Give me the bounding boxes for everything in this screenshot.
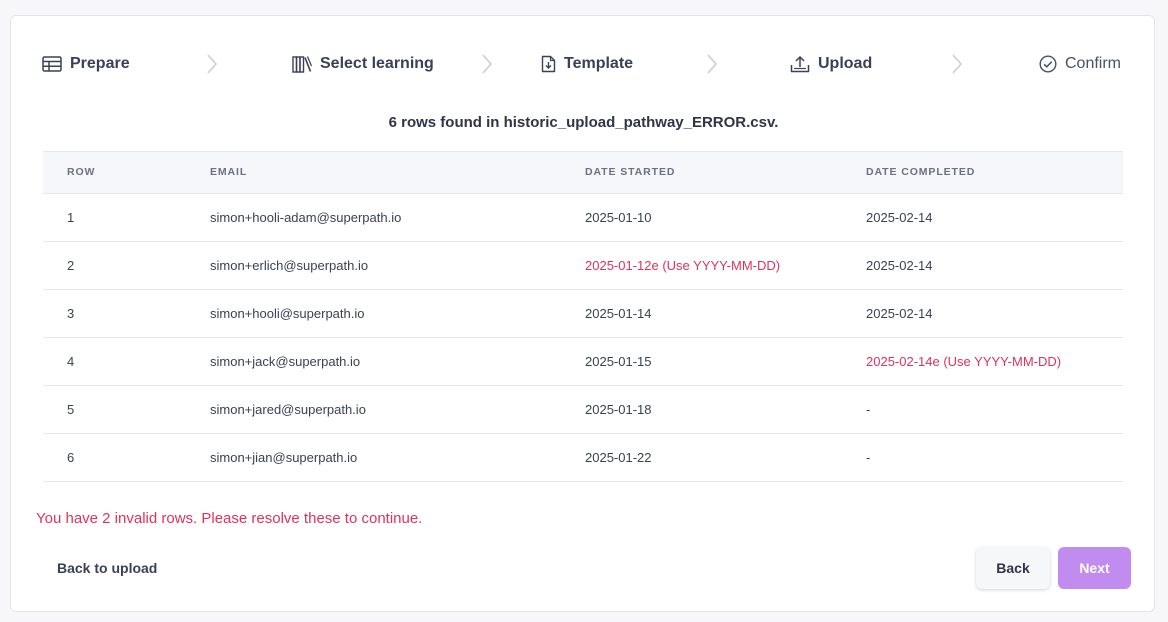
step-confirm-label: Confirm xyxy=(1065,55,1122,72)
cell-date-started: 2025-01-18 xyxy=(585,402,652,417)
step-template-label: Template xyxy=(564,55,634,72)
table-header: ROW EMAIL DATE STARTED DATE COMPLETED xyxy=(43,151,1123,194)
cell-date-completed: 2025-02-14 xyxy=(866,210,933,225)
cell-date-started-error: 2025-01-12e (Use YYYY-MM-DD) xyxy=(585,258,781,273)
cell-date-completed: 2025-02-14 xyxy=(866,306,933,321)
table-row: 2 simon+erlich@superpath.io 2025-01-12e … xyxy=(43,242,1123,290)
chevron-right-icon xyxy=(207,54,218,74)
step-template: Template xyxy=(541,46,633,82)
cell-date-started: 2025-01-15 xyxy=(585,354,652,369)
header-email: EMAIL xyxy=(210,166,248,178)
step-select-learning: Select learning xyxy=(292,46,434,82)
upload-review-card: Prepare Select learning Template Upload … xyxy=(10,15,1155,612)
cell-email: simon+erlich@superpath.io xyxy=(210,258,369,273)
cell-email: simon+jack@superpath.io xyxy=(210,354,361,369)
step-confirm: Confirm xyxy=(1039,46,1121,82)
cell-date-completed: - xyxy=(866,450,871,465)
cell-email: simon+hooli@superpath.io xyxy=(210,306,365,321)
table-row: 6 simon+jian@superpath.io 2025-01-22 - xyxy=(43,434,1123,482)
next-button[interactable]: Next xyxy=(1058,547,1131,589)
chevron-right-icon xyxy=(952,54,963,74)
cell-row: 1 xyxy=(67,210,75,225)
cell-email: simon+jared@superpath.io xyxy=(210,402,366,417)
books-icon xyxy=(292,56,312,73)
cell-date-completed-error: 2025-02-14e (Use YYYY-MM-DD) xyxy=(866,354,1062,369)
cell-email: simon+hooli-adam@superpath.io xyxy=(210,210,402,225)
back-to-upload-link[interactable]: Back to upload xyxy=(57,560,157,576)
table-row: 4 simon+jack@superpath.io 2025-01-15 202… xyxy=(43,338,1123,386)
table-row: 5 simon+jared@superpath.io 2025-01-18 - xyxy=(43,386,1123,434)
file-download-icon xyxy=(541,55,556,73)
cell-date-started: 2025-01-22 xyxy=(585,450,652,465)
step-prepare: Prepare xyxy=(42,46,130,82)
table-row: 3 simon+hooli@superpath.io 2025-01-14 20… xyxy=(43,290,1123,338)
table-row: 1 simon+hooli-adam@superpath.io 2025-01-… xyxy=(43,194,1123,242)
cell-row: 3 xyxy=(67,306,75,321)
cell-row: 5 xyxy=(67,402,75,417)
cell-date-started: 2025-01-10 xyxy=(585,210,652,225)
header-date-completed: DATE COMPLETED xyxy=(866,166,976,178)
cell-date-completed: - xyxy=(866,402,871,417)
cell-date-completed: 2025-02-14 xyxy=(866,258,933,273)
cell-date-started: 2025-01-14 xyxy=(585,306,652,321)
cell-row: 2 xyxy=(67,258,75,273)
header-date-started: DATE STARTED xyxy=(585,166,676,178)
invalid-rows-error: You have 2 invalid rows. Please resolve … xyxy=(36,510,423,527)
table-icon xyxy=(42,56,62,72)
upload-rows-table: ROW EMAIL DATE STARTED DATE COMPLETED 1 … xyxy=(43,151,1123,482)
step-upload: Upload xyxy=(790,46,872,82)
step-upload-label: Upload xyxy=(818,55,873,72)
cell-row: 6 xyxy=(67,450,75,465)
step-select-learning-label: Select learning xyxy=(320,55,434,72)
cell-row: 4 xyxy=(67,354,75,369)
cell-email: simon+jian@superpath.io xyxy=(210,450,358,465)
chevron-right-icon xyxy=(482,54,493,74)
stepper: Prepare Select learning Template Upload … xyxy=(11,46,1156,82)
upload-icon xyxy=(790,55,810,73)
back-button[interactable]: Back xyxy=(976,547,1050,589)
chevron-right-icon xyxy=(707,54,718,74)
check-circle-icon xyxy=(1039,55,1057,73)
rows-found-summary: 6 rows found in historic_upload_pathway_… xyxy=(388,114,779,131)
header-row: ROW xyxy=(67,166,96,178)
step-prepare-label: Prepare xyxy=(70,55,130,72)
